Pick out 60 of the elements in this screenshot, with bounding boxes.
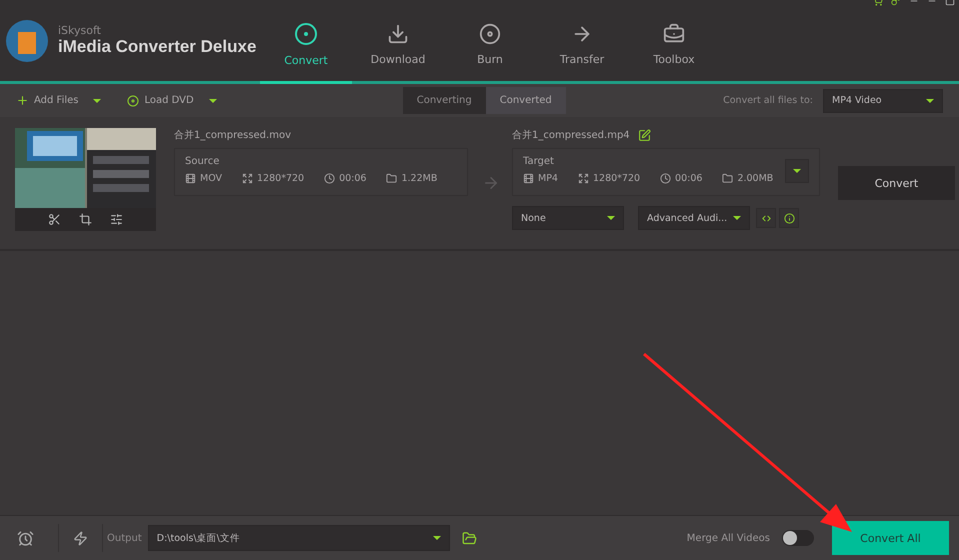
resolution-icon (242, 173, 254, 184)
download-icon (387, 23, 409, 45)
source-file-name: 合并1_compressed.mov (174, 128, 292, 142)
list-tab[interactable]: Converted (486, 87, 566, 114)
source-label: Source (185, 156, 220, 167)
resolution-label: 1280*720 (592, 173, 640, 184)
app-title: iMedia Converter Deluxe (58, 37, 256, 57)
disc-icon (127, 94, 140, 106)
lightning-icon (73, 530, 88, 546)
plus-icon (16, 94, 29, 107)
alarm-button[interactable] (15, 524, 59, 552)
audio-select[interactable]: Advanced Audi... (638, 206, 750, 230)
add-files-button[interactable]: Add Files (16, 94, 102, 107)
duration-label: 00:06 (675, 173, 702, 184)
format-label: MP4 (538, 173, 558, 184)
disc-icon (479, 23, 501, 45)
nav-tab[interactable]: Burn (444, 0, 536, 84)
nav-tab[interactable]: Toolbox (628, 0, 720, 84)
folder-icon (386, 173, 398, 184)
nav-tab[interactable]: Download (352, 0, 444, 84)
resolution-icon (578, 173, 589, 184)
convert-all-button[interactable]: Convert All (832, 521, 949, 555)
scissors-icon[interactable] (48, 213, 61, 226)
folder-icon[interactable] (462, 530, 477, 546)
duration-label: 00:06 (339, 173, 366, 184)
info-icon (784, 212, 794, 224)
nav-tab[interactable]: Transfer (536, 0, 628, 84)
target-label: Target (523, 156, 555, 167)
clock-icon (324, 173, 336, 184)
folder-icon (722, 173, 734, 184)
dropdown-button[interactable] (785, 159, 809, 183)
edit-icon[interactable] (638, 128, 651, 142)
merge-label: Merge All Videos (686, 532, 770, 544)
target-file-name: 合并1_compressed.mp4 (512, 128, 630, 142)
merge-toggle[interactable] (782, 530, 814, 546)
merge-tracks-button[interactable] (756, 208, 776, 228)
crop-icon[interactable] (79, 213, 92, 226)
logo-icon (4, 18, 50, 64)
convert-all-label: Convert all files to: (723, 95, 813, 106)
size-label: 2.00MB (737, 173, 774, 184)
sliders-icon[interactable] (110, 213, 123, 226)
output-label: Output (107, 532, 142, 544)
toolbox-icon (663, 23, 685, 45)
format-select[interactable]: MP4 Video (823, 88, 943, 112)
brand-name: iSkysoft (58, 24, 102, 37)
clock-icon (660, 173, 672, 184)
subtitle-select[interactable]: None (512, 206, 624, 230)
resolution-label: 1280*720 (257, 173, 304, 184)
split-icon (760, 212, 772, 224)
convert-icon (294, 22, 318, 46)
convert-button[interactable]: Convert (838, 166, 955, 200)
film-icon (185, 173, 196, 184)
size-label: 1.22MB (401, 173, 438, 184)
format-label: MOV (200, 173, 222, 184)
list-tab[interactable]: Converting (402, 87, 486, 114)
load-dvd-button[interactable]: Load DVD (127, 94, 217, 106)
film-icon (523, 173, 534, 184)
info-button[interactable] (779, 208, 799, 228)
output-path-select[interactable]: D:\tools\桌面\文件 (148, 525, 450, 551)
alarm-icon (17, 530, 34, 546)
